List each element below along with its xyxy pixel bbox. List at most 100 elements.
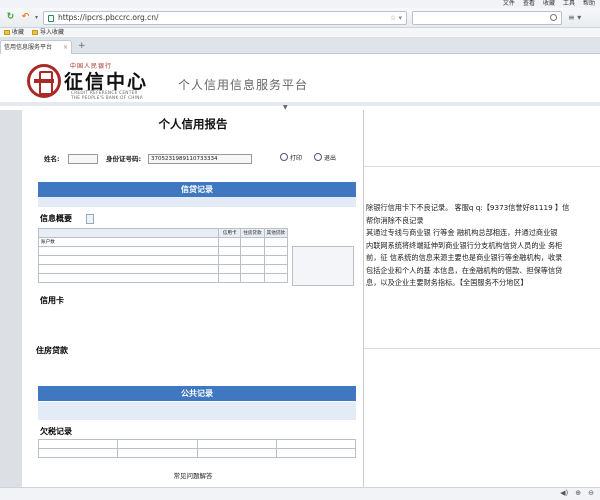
- zoom-in-icon[interactable]: ⊕: [575, 489, 581, 497]
- credit-section-note: [38, 197, 356, 207]
- refresh-icon[interactable]: ↻: [4, 11, 17, 24]
- faq-link[interactable]: 常见问题解答: [22, 470, 364, 480]
- status-bar: ◀) ⊕ ⊖: [0, 487, 600, 500]
- credit-card-heading: 信用卡: [40, 296, 64, 305]
- right-panel-text: 除银行信用卡下不良记录。 客服q q:【9373信誉好81119 】信 帮你消除…: [366, 202, 600, 290]
- lock-icon: [48, 15, 54, 22]
- text-line: 包括企业和个人的基 本信息，在金融机构的借款、担保等信贷: [366, 265, 563, 275]
- table-cell: [263, 237, 289, 247]
- print-icon: [280, 153, 288, 161]
- text-line: 前，征 信系统的信息来源主要也是商业银行等金融机构，收录: [366, 253, 563, 262]
- tax-record-table: [37, 439, 357, 458]
- pbc-emblem-logo: [27, 64, 61, 98]
- table-cell: [240, 255, 265, 265]
- print-button[interactable]: 打印: [280, 153, 302, 165]
- exit-button[interactable]: 退出: [314, 153, 336, 165]
- text-line: 其通过专线与商业银 行等金 融机构总部相连，并通过商业银: [366, 228, 558, 237]
- table-cell: [196, 439, 277, 449]
- table-row: [37, 439, 357, 449]
- menu-view[interactable]: 查看: [522, 0, 536, 8]
- back-icon[interactable]: ↶: [19, 11, 32, 24]
- folder-icon: [32, 30, 38, 35]
- menu-bar: 文件 查看 收藏 工具 帮助: [0, 0, 600, 8]
- tab-credit-platform[interactable]: 信用信息服务平台 ×: [0, 40, 72, 54]
- table-cell: [218, 246, 242, 256]
- table-row: [37, 255, 289, 265]
- table-cell: [218, 255, 242, 265]
- row-label: 账户数: [37, 237, 220, 247]
- table-cell: [240, 246, 265, 256]
- id-label: 身份证号码:: [106, 155, 142, 163]
- table-cell: [275, 448, 357, 458]
- credit-section-title: 信贷记录: [38, 182, 356, 197]
- table-row: [37, 448, 357, 458]
- overview-tag: [86, 214, 94, 224]
- menu-help[interactable]: 帮助: [582, 0, 596, 8]
- menu-favorites[interactable]: 收藏: [542, 0, 556, 8]
- volume-icon[interactable]: ◀): [560, 489, 568, 497]
- table-row: [37, 264, 289, 274]
- divider: [364, 348, 600, 349]
- table-cell: [263, 264, 289, 274]
- table-cell: [275, 439, 357, 449]
- table-cell: [240, 273, 265, 283]
- chevron-down-icon[interactable]: ▾: [33, 11, 40, 24]
- table-cell: [263, 273, 289, 283]
- row-label: [37, 246, 220, 256]
- table-cell: [263, 255, 289, 265]
- menu-tools[interactable]: 工具: [562, 0, 576, 8]
- row-label: [37, 273, 220, 283]
- text-line: 内联网系统将终端延伸到商业银行分支机构信贷人员的业 务柜: [366, 240, 563, 250]
- table-cell: [37, 439, 119, 449]
- divider: [364, 166, 600, 167]
- summary-side-note: [292, 246, 354, 286]
- status-icons: ◀) ⊕ ⊖: [560, 489, 594, 497]
- report-title: 个人信用报告: [158, 117, 228, 131]
- new-tab-icon[interactable]: +: [78, 41, 86, 51]
- name-label: 姓名:: [44, 155, 60, 163]
- menu-list: 文件 查看 收藏 工具 帮助: [502, 0, 596, 8]
- housing-loan-heading: 住房贷款: [36, 346, 68, 355]
- credit-report: 个人信用报告 姓名: 身份证号码: 3705231989110733334 打印…: [22, 110, 364, 487]
- table-cell: [263, 246, 289, 256]
- menu-icon[interactable]: ≡ ▾: [568, 13, 581, 22]
- zoom-out-icon[interactable]: ⊖: [588, 489, 594, 497]
- table-header-cell: 住房贷款: [240, 228, 265, 238]
- overview-heading: 信息概要: [40, 214, 72, 223]
- table-cell: [218, 237, 242, 247]
- close-icon[interactable]: ×: [63, 41, 68, 54]
- exit-icon: [314, 153, 322, 161]
- star-icon[interactable]: ☆ ▾: [390, 12, 402, 24]
- logo-english-line2: THE PEOPLE'S BANK OF CHINA: [71, 95, 143, 100]
- content-area: 个人信用报告 姓名: 身份证号码: 3705231989110733334 打印…: [0, 110, 600, 487]
- public-section-title: 公共记录: [38, 386, 356, 401]
- table-header-cell: 信用卡: [218, 228, 242, 238]
- table-cell: [218, 264, 242, 274]
- table-cell: [196, 448, 277, 458]
- identity-row: 姓名: 身份证号码: 3705231989110733334 打印 退出: [38, 152, 358, 166]
- platform-title: 个人信用信息服务平台: [178, 78, 309, 92]
- name-value: [68, 154, 98, 164]
- site-header: 中国人民银行 征信中心 CREDIT REFERENCE CENTER THE …: [0, 54, 600, 106]
- search-box[interactable]: [412, 11, 562, 25]
- row-label: [37, 264, 220, 274]
- folder-icon: [4, 30, 10, 35]
- table-cell: [240, 264, 265, 274]
- menu-file[interactable]: 文件: [502, 0, 516, 8]
- table-header-cell: [37, 228, 220, 238]
- favorites-bar: 收藏 导入收藏: [0, 28, 600, 38]
- table-row: [37, 246, 289, 256]
- text-line: 除银行信用卡下不良记录。 客服q q:【9373信誉好81119 】信: [366, 203, 570, 212]
- public-section-note: [38, 402, 356, 420]
- tax-record-heading: 欠税记录: [40, 427, 72, 436]
- table-header-cell: 其他贷款: [263, 228, 289, 238]
- import-favorites-item[interactable]: 导入收藏: [32, 28, 64, 38]
- search-input[interactable]: [413, 12, 533, 24]
- tab-bar: 信用信息服务平台 × +: [0, 38, 600, 54]
- search-icon[interactable]: [550, 14, 557, 21]
- url-text[interactable]: https://ipcrs.pbccrc.org.cn/: [58, 12, 159, 24]
- favorites-item[interactable]: 收藏: [4, 28, 24, 38]
- right-panel: 除银行信用卡下不良记录。 客服q q:【9373信誉好81119 】信 帮你消除…: [364, 110, 600, 487]
- address-bar[interactable]: https://ipcrs.pbccrc.org.cn/ ☆ ▾: [43, 11, 407, 25]
- row-label: [37, 255, 220, 265]
